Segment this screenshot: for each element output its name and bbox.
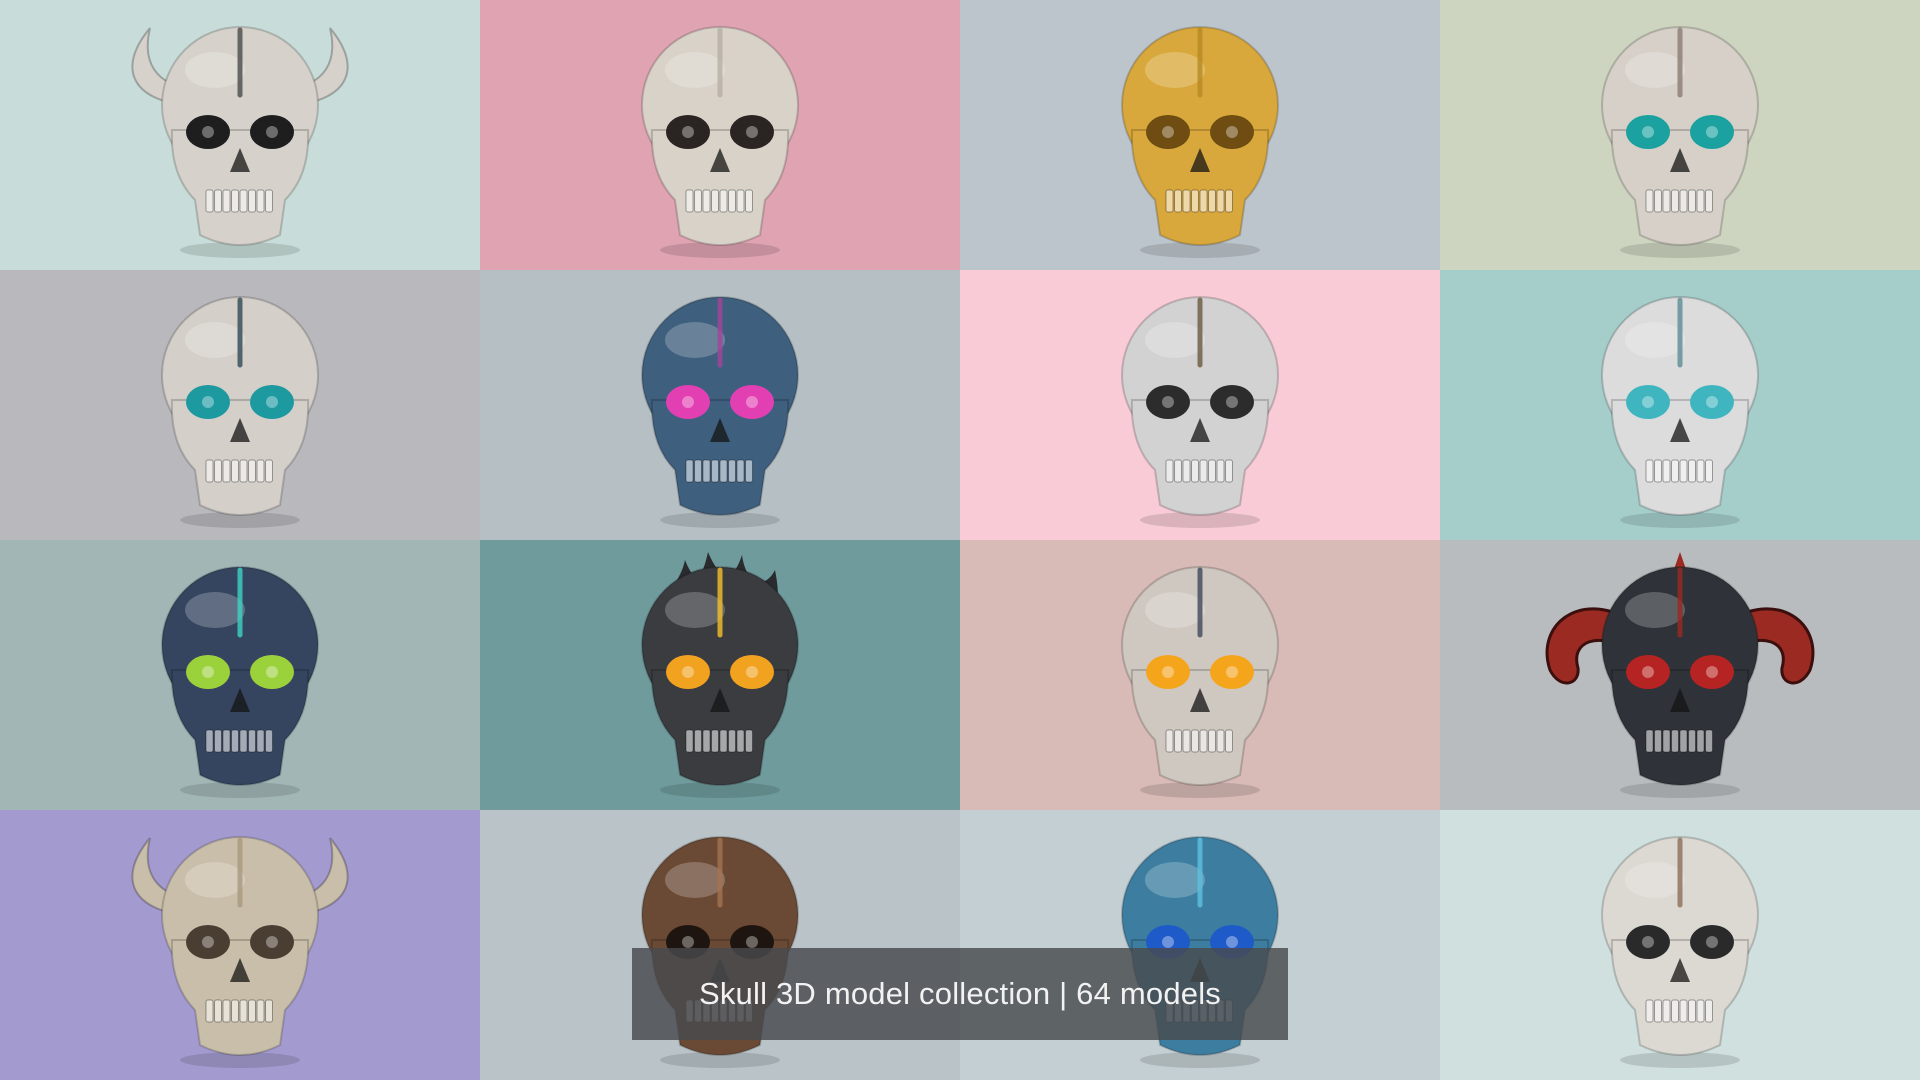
skull-tile-16 [1440, 810, 1920, 1080]
caption-text: Skull 3D model collection | 64 models [698, 976, 1222, 1011]
skull-render [1601, 26, 1759, 258]
skull-tile-7 [960, 270, 1440, 540]
skull-render [1601, 836, 1759, 1068]
caption-bar: Skull 3D model collection | 64 models [632, 948, 1288, 1040]
skull-tile-8 [1440, 270, 1920, 540]
skull-tile-2 [480, 0, 960, 270]
skull-render [641, 296, 799, 528]
skull-tile-11 [960, 540, 1440, 810]
skull-render [1545, 552, 1815, 798]
skull-render [1121, 26, 1279, 258]
skull-render [641, 26, 799, 258]
skull-tile-13 [0, 810, 480, 1080]
skull-render [1601, 296, 1759, 528]
skull-render [641, 552, 799, 798]
skull-render [1121, 566, 1279, 798]
skull-render [131, 26, 349, 258]
skull-tile-5 [0, 270, 480, 540]
skull-gallery-grid [0, 0, 1920, 1080]
skull-render [1121, 296, 1279, 528]
skull-tile-10 [480, 540, 960, 810]
skull-render [161, 566, 319, 798]
skull-tile-9 [0, 540, 480, 810]
skull-tile-3 [960, 0, 1440, 270]
skull-tile-12 [1440, 540, 1920, 810]
skull-render [161, 296, 319, 528]
skull-tile-6 [480, 270, 960, 540]
skull-render [131, 836, 349, 1068]
skull-tile-1 [0, 0, 480, 270]
skull-tile-4 [1440, 0, 1920, 270]
